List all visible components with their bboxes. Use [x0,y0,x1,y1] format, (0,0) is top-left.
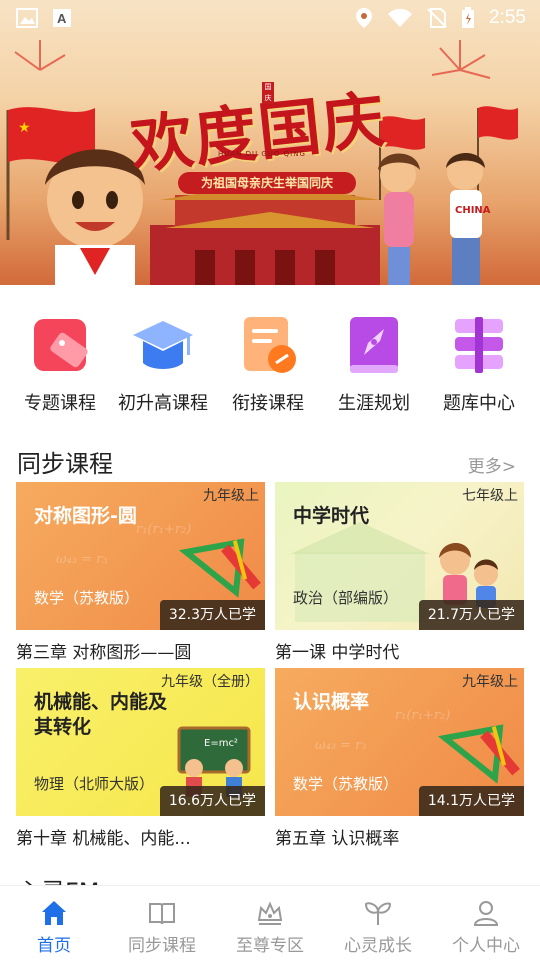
svg-text:★: ★ [18,120,31,136]
course-thumbnail: r₁(r₁+r₂) ω₄₃ = r₃ 九年级上 对称图形-圆 数学（苏教版） 3… [16,482,265,630]
category-career-planning[interactable]: 生涯规划 [319,305,429,415]
sync-section-title: 同步课程 [17,450,113,478]
course-card[interactable]: r₁(r₁+r₂) ω₄₃ = r₃ 九年级上 对称图形-圆 数学（苏教版） 3… [16,482,265,663]
compass-book-icon [350,317,398,373]
person-icon [473,901,499,926]
sprout-icon [364,902,392,925]
sync-more-link[interactable]: 更多> [468,452,516,477]
learner-count: 21.7万人已学 [418,600,524,630]
wifi-icon [388,8,413,27]
course-caption: 第三章 对称图形——圆 [16,643,192,663]
nav-profile[interactable]: 个人中心 [432,886,540,961]
grade-label: 九年级上 [462,674,518,690]
course-title-line1: 机械能、内能及 [34,691,168,713]
learner-count: 32.3万人已学 [159,600,265,630]
course-subject: 数学（苏教版） [293,775,399,793]
category-label: 衔接课程 [232,393,304,414]
course-card[interactable]: E=mc² 九年级（全册） 机械能、内能及 其转化 物理（北师大版） 16.6万… [16,668,265,849]
category-special-courses[interactable]: 专题课程 [5,305,115,415]
category-question-bank[interactable]: 题库中心 [424,305,534,415]
course-subject: 政治（部编版） [293,589,399,607]
category-junior-to-senior[interactable]: 初升高课程 [108,305,218,415]
banner-pinyin: HUAN DU GUO QING [218,150,306,158]
course-caption: 第一课 中学时代 [275,643,400,663]
question-bank-icon [455,317,503,373]
bottom-nav: 首页 同步课程 至尊专区 心灵成长 个人中心 [0,885,540,961]
grade-label: 九年级（全册） [161,674,259,690]
nav-label: 同步课程 [128,936,196,956]
course-card[interactable]: r₁(r₁+r₂) ω₄₃ = r₃ 九年级上 认识概率 数学（苏教版） 14.… [275,668,524,849]
course-caption: 第十章 机械能、内能... [16,829,191,849]
course-thumbnail: r₁(r₁+r₂) ω₄₃ = r₃ 九年级上 认识概率 数学（苏教版） 14.… [275,668,524,816]
blackboard-formula: E=mc² [204,738,238,749]
nav-label: 个人中心 [452,936,520,956]
crown-icon [257,901,283,925]
category-label: 初升高课程 [118,393,208,414]
no-sim-icon [427,8,447,28]
banner-subtitle: 为祖国母亲庆生举国同庆 [178,172,356,194]
gallery-icon [16,8,38,28]
font-app-icon: A [53,9,71,27]
course-subject: 数学（苏教版） [34,589,140,607]
svg-text:A: A [57,11,67,26]
banner-badge: 国庆 [262,82,274,104]
grade-label: 九年级上 [203,488,259,504]
category-bridge-courses[interactable]: 衔接课程 [213,305,323,415]
status-bar: A 2:55 [0,0,540,36]
battery-icon [462,7,475,28]
course-title: 对称图形-圆 [34,505,137,527]
course-subject: 物理（北师大版） [34,775,155,793]
location-icon [356,8,373,28]
nav-sync-courses[interactable]: 同步课程 [108,886,216,961]
grade-label: 七年级上 [462,488,518,504]
learner-count: 14.1万人已学 [418,786,524,816]
book-icon [149,903,175,925]
banner-shirt-text: CHINA [455,205,491,216]
course-title-line2: 其转化 [34,716,92,738]
course-thumbnail: E=mc² 九年级（全册） 机械能、内能及 其转化 物理（北师大版） 16.6万… [16,668,265,816]
category-grid: 专题课程 初升高课程 衔接课程 生涯规划 题库中心 [0,305,540,415]
course-caption: 第五章 认识概率 [275,829,400,849]
nav-mind-growth[interactable]: 心灵成长 [324,886,432,961]
nav-premium[interactable]: 至尊专区 [216,886,324,961]
status-time: 2:55 [489,7,526,28]
nav-label: 首页 [37,936,71,956]
banner[interactable]: ★ 欢度国庆 国庆 HUAN DU GUO QING 为祖国母亲庆生举国同庆 C… [0,0,540,285]
category-label: 生涯规划 [338,393,410,414]
nav-home[interactable]: 首页 [0,886,108,961]
course-title: 认识概率 [293,691,370,713]
course-card[interactable]: 七年级上 中学时代 政治（部编版） 21.7万人已学 第一课 中学时代 [275,482,524,663]
document-link-icon [244,317,296,373]
nav-label: 至尊专区 [236,936,304,956]
home-icon [42,901,66,925]
nav-label: 心灵成长 [344,936,412,956]
category-label: 专题课程 [24,393,96,414]
learner-count: 16.6万人已学 [159,786,265,816]
course-title: 机械能、内能及 其转化 [34,690,167,740]
category-label: 题库中心 [443,393,515,414]
graduation-cap-icon [133,321,193,369]
tag-icon [34,319,88,371]
course-title: 中学时代 [293,505,370,527]
course-thumbnail: 七年级上 中学时代 政治（部编版） 21.7万人已学 [275,482,524,630]
